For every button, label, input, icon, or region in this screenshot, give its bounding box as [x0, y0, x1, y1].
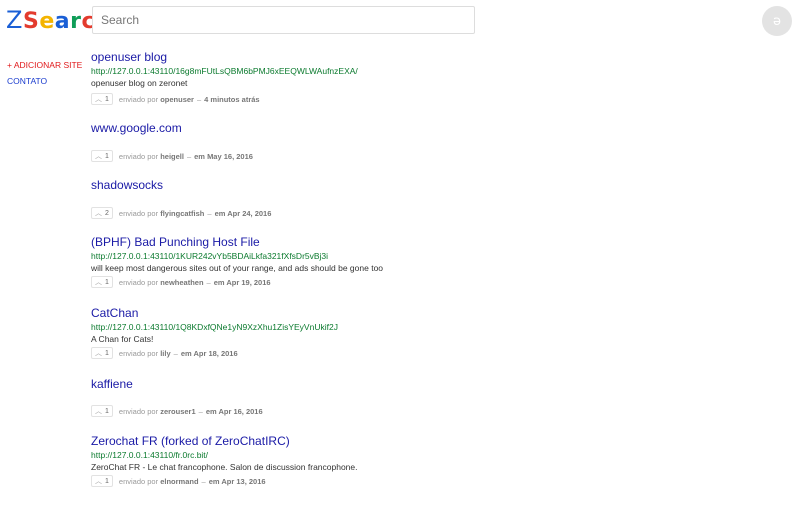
add-site-link[interactable]: + ADICIONAR SITE	[7, 57, 82, 73]
result-title-link[interactable]: CatChan	[91, 306, 591, 321]
logo-letter: r	[70, 9, 82, 34]
vote-count: 1	[105, 407, 109, 415]
result-url-link[interactable]: http://127.0.0.1:43110/1Q8KDxfQNe1yN9XzX…	[91, 321, 591, 333]
result-item: shadowsocks ︿ 2 enviado por flyingcatfish…	[91, 178, 591, 235]
submit-date: em Apr 19, 2016	[213, 277, 271, 287]
result-description: openuser blog on zeronet	[91, 78, 188, 88]
avatar-glyph: ə	[773, 13, 781, 29]
contact-link[interactable]: CONTATO	[7, 73, 82, 89]
result-url-link[interactable]: http://127.0.0.1:43110/1KUR242vYb5BDAiLk…	[91, 250, 591, 262]
results-list: openuser blog http://127.0.0.1:43110/16g…	[91, 50, 591, 494]
vote-count: 1	[105, 349, 109, 357]
upvote-button[interactable]: ︿ 1	[91, 347, 113, 359]
sidebar: + ADICIONAR SITE CONTATO	[7, 57, 82, 89]
result-url-link[interactable]: http://127.0.0.1:43110/fr.0rc.bit/	[91, 449, 591, 461]
result-description: ZeroChat FR - Le chat francophone. Salon…	[91, 462, 358, 472]
submitted-by-label: enviado por	[118, 208, 159, 218]
search-input[interactable]	[92, 6, 475, 34]
author-name[interactable]: elnormand	[160, 476, 198, 487]
author-name[interactable]: openuser	[160, 94, 194, 105]
submitted-by-label: enviado por	[118, 348, 159, 358]
result-meta: ︿ 1 enviado por openuser –4 minutos atrás	[91, 93, 260, 105]
user-avatar[interactable]: ə	[762, 6, 792, 36]
logo-letter: Z	[6, 6, 23, 34]
vote-count: 1	[105, 95, 109, 103]
logo-letter: a	[54, 9, 71, 34]
result-title-link[interactable]: www.google.com	[91, 121, 591, 136]
author-name[interactable]: flyingcatfish	[160, 208, 204, 219]
upvote-button[interactable]: ︿ 1	[91, 475, 113, 487]
result-item: kaffiene ︿ 1 enviado por zerouser1– em Apr…	[91, 377, 591, 434]
submit-date: em Apr 16, 2016	[205, 406, 263, 416]
result-meta: ︿ 1 enviado por elnormand – em Apr 13, 2016	[91, 475, 266, 487]
submit-date: em Apr 24, 2016	[214, 208, 272, 218]
upvote-button[interactable]: ︿ 1	[91, 150, 113, 162]
result-url-link[interactable]: http://127.0.0.1:43110/16g8mFUtLsQBM6bPM…	[91, 65, 591, 77]
chevron-up-icon: ︿	[95, 407, 102, 415]
submitted-by-label: enviado por	[118, 406, 159, 416]
chevron-up-icon: ︿	[95, 477, 102, 485]
result-meta: ︿ 1 enviado por lily – em Apr 18, 2016	[91, 347, 238, 359]
result-meta: ︿ 1 enviado por heigell – em May 16, 2016	[91, 150, 253, 162]
result-description: A Chan for Cats!	[91, 334, 154, 344]
upvote-button[interactable]: ︿ 1	[91, 276, 113, 288]
result-item: Zerochat FR (forked of ZeroChatIRC) http…	[91, 434, 591, 494]
result-meta: ︿ 1 enviado por newheathen – em Apr 19, 201…	[91, 276, 271, 288]
author-name[interactable]: heigell	[160, 151, 184, 162]
chevron-up-icon: ︿	[95, 152, 102, 160]
author-name[interactable]: newheathen	[160, 277, 203, 288]
vote-count: 1	[105, 477, 109, 485]
submit-date: em Apr 18, 2016	[180, 348, 238, 358]
result-title-link[interactable]: shadowsocks	[91, 178, 591, 193]
result-title-link[interactable]: openuser blog	[91, 50, 591, 65]
result-item: (BPHF) Bad Punching Host File http://127…	[91, 235, 591, 306]
chevron-up-icon: ︿	[95, 278, 102, 286]
result-item: CatChan http://127.0.0.1:43110/1Q8KDxfQN…	[91, 306, 591, 377]
result-item: www.google.com ︿ 1 enviado por heigell – em…	[91, 121, 591, 178]
logo-letter: S	[22, 9, 40, 34]
vote-count: 1	[105, 152, 109, 160]
vote-count: 1	[105, 278, 109, 286]
logo-letter: e	[39, 9, 55, 34]
submitted-by-label: enviado por	[118, 94, 159, 104]
result-item: openuser blog http://127.0.0.1:43110/16g…	[91, 50, 591, 121]
upvote-button[interactable]: ︿ 1	[91, 405, 113, 417]
result-title-link[interactable]: (BPHF) Bad Punching Host File	[91, 235, 591, 250]
submitted-by-label: enviado por	[118, 277, 159, 287]
result-description: will keep most dangerous sites out of yo…	[91, 263, 384, 273]
vote-count: 2	[105, 209, 109, 217]
chevron-up-icon: ︿	[95, 95, 102, 103]
chevron-up-icon: ︿	[95, 349, 102, 357]
result-meta: ︿ 1 enviado por zerouser1– em Apr 16, 2016	[91, 405, 263, 417]
result-title-link[interactable]: kaffiene	[91, 377, 591, 392]
upvote-button[interactable]: ︿ 2	[91, 207, 113, 219]
submit-date: 4 minutos atrás	[204, 94, 260, 104]
submit-date: em Apr 13, 2016	[208, 476, 266, 486]
result-meta: ︿ 2 enviado por flyingcatfish – em Apr 24, …	[91, 207, 271, 219]
submitted-by-label: enviado por	[118, 151, 159, 161]
chevron-up-icon: ︿	[95, 209, 102, 217]
result-title-link[interactable]: Zerochat FR (forked of ZeroChatIRC)	[91, 434, 591, 449]
submit-date: em May 16, 2016	[194, 151, 253, 161]
upvote-button[interactable]: ︿ 1	[91, 93, 113, 105]
author-name[interactable]: lily	[160, 348, 170, 359]
author-name[interactable]: zerouser1	[160, 406, 195, 417]
submitted-by-label: enviado por	[118, 476, 159, 486]
